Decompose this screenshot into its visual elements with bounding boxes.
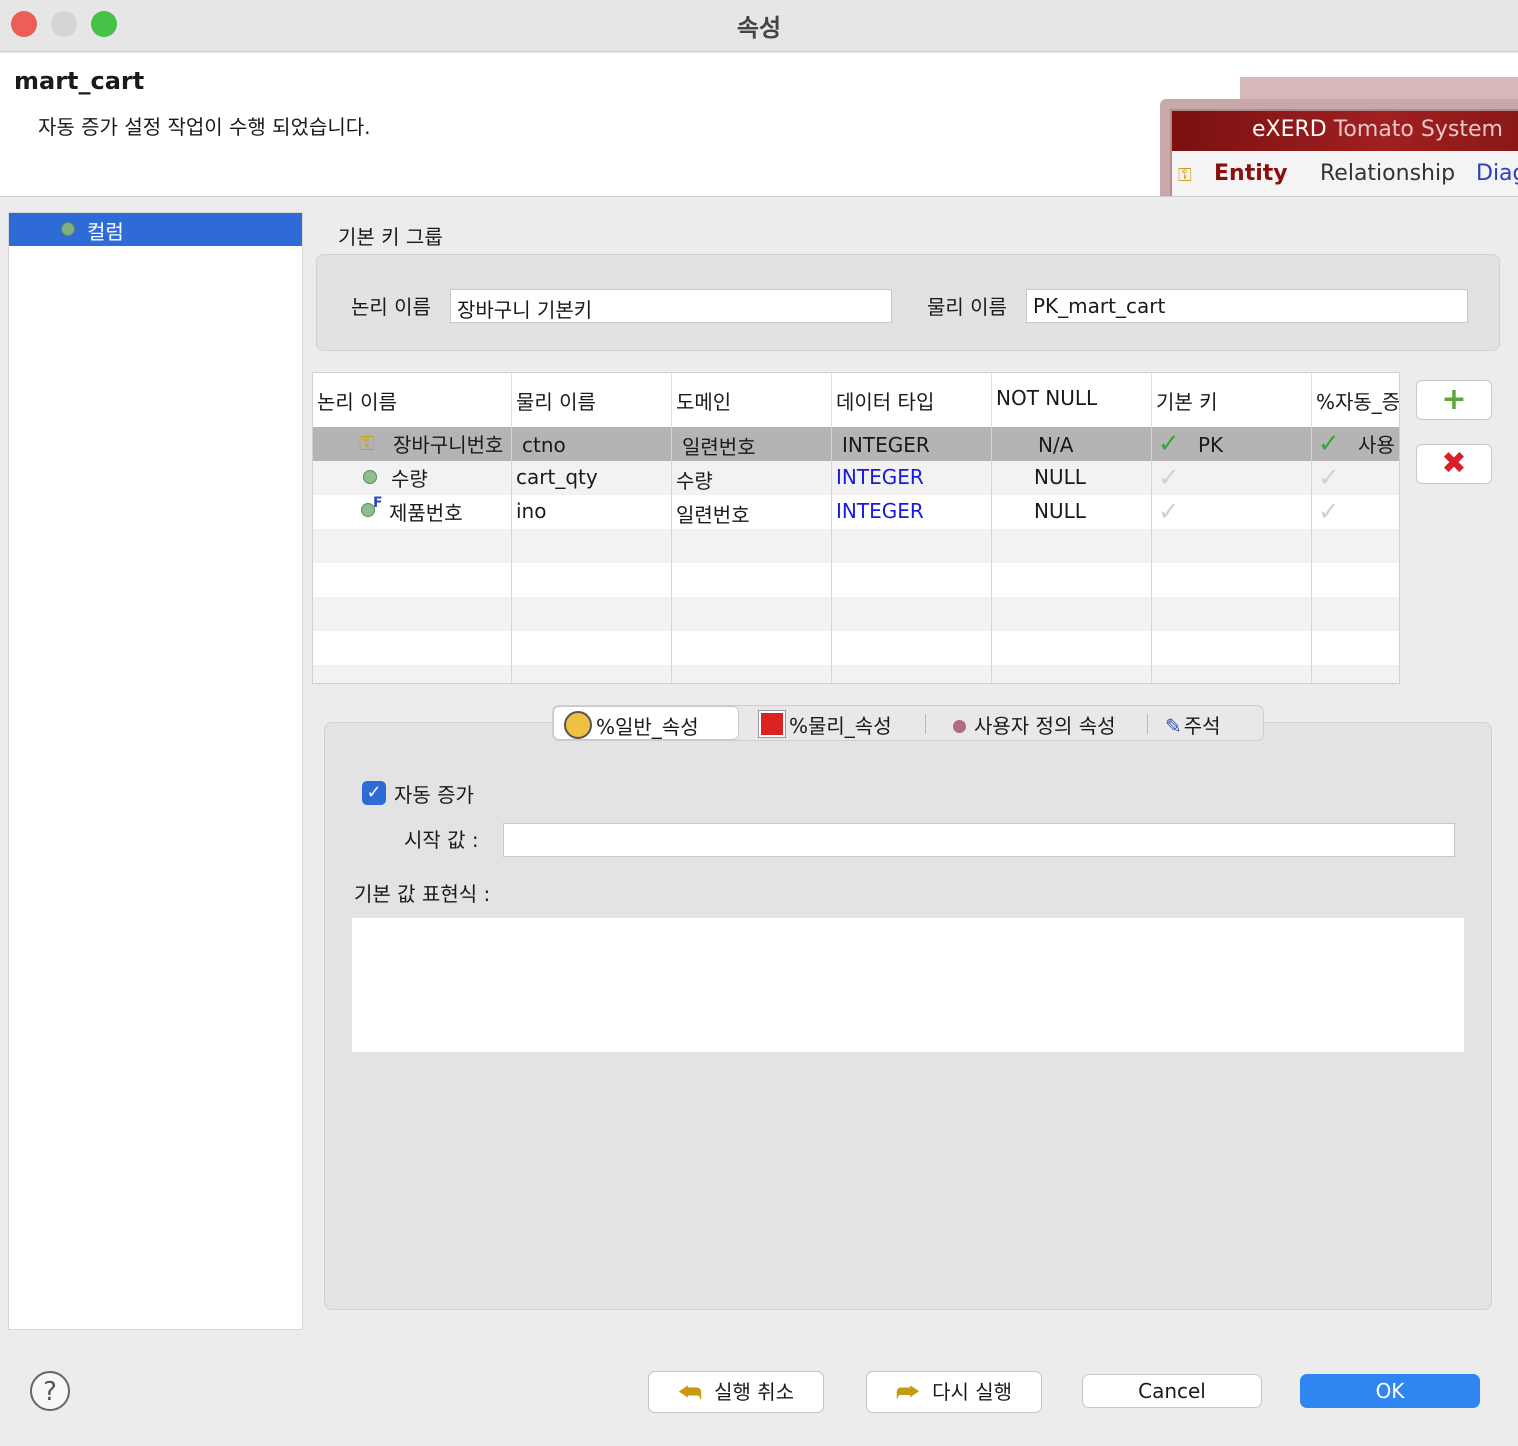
auto-increment-checkbox[interactable]: ✓ <box>362 781 386 805</box>
delete-column-button[interactable]: ✖ <box>1416 444 1492 484</box>
physical-name-label: 물리 이름 <box>927 295 1007 319</box>
check-icon: ✓ <box>1158 429 1180 459</box>
check-icon: ✓ <box>1158 463 1180 493</box>
cell-type: INTEGER <box>832 495 992 529</box>
cell-logical: 수량 <box>391 467 428 491</box>
pk-group-box: 논리 이름 장바구니 기본키 물리 이름 PK_mart_cart <box>316 254 1500 351</box>
banner-app-name: eXERD <box>1252 117 1327 142</box>
cell-physical: cart_qty <box>512 461 672 495</box>
title-bar: 속성 <box>0 0 1518 52</box>
column-header-auto[interactable]: %자동_증 <box>1312 373 1399 427</box>
cell-pk: PK <box>1198 433 1224 457</box>
column-table: 논리 이름 물리 이름 도메인 데이터 타입 NOT NULL 기본 키 %자동… <box>312 372 1400 684</box>
cell-type: INTEGER <box>832 461 992 495</box>
check-icon: ✓ <box>1318 463 1340 493</box>
add-column-button[interactable]: + <box>1416 380 1492 420</box>
key-icon: ⚿ <box>359 431 375 455</box>
tab-label: %물리_속성 <box>789 714 892 738</box>
general-properties-icon <box>564 711 592 739</box>
cell-logical: 장바구니번호 <box>393 433 504 457</box>
tab-physical-properties[interactable]: %물리_속성 <box>749 706 902 740</box>
table-row[interactable]: 수량 cart_qty 수량 INTEGER NULL ✓ ✓ <box>313 461 1399 495</box>
logical-name-input[interactable]: 장바구니 기본키 <box>450 289 892 323</box>
tab-comments[interactable]: ✎ 주석 <box>1155 706 1231 740</box>
default-expression-textarea[interactable] <box>352 918 1464 1052</box>
tab-divider <box>1147 714 1148 734</box>
group-title: 기본 키 그룹 <box>338 225 443 249</box>
banner-tab-entity: Entity <box>1214 161 1288 186</box>
check-icon: ✓ <box>1318 429 1340 459</box>
table-row[interactable]: F 제품번호 ino 일련번호 INTEGER NULL ✓ ✓ <box>313 495 1399 529</box>
user-property-icon <box>953 720 966 733</box>
dialog-header: mart_cart 자동 증가 설정 작업이 수행 되었습니다. eXERD T… <box>0 53 1518 197</box>
tab-label: 주석 <box>1183 714 1221 738</box>
cell-auto: 사용 <box>1358 433 1395 457</box>
column-header-domain[interactable]: 도메인 <box>672 373 832 427</box>
tree-item-columns[interactable]: 컬럼 <box>9 213 302 246</box>
plus-icon: + <box>1441 382 1467 417</box>
cell-logical: 제품번호 <box>389 501 463 525</box>
cell-domain: 일련번호 <box>672 427 832 461</box>
start-value-label: 시작 값 : <box>404 828 479 852</box>
cell-domain: 일련번호 <box>672 495 832 529</box>
attribute-icon <box>363 470 377 484</box>
key-icon: ⚿ <box>1178 165 1192 186</box>
cell-not-null: NULL <box>992 495 1152 529</box>
tab-divider <box>925 714 926 734</box>
empty-row <box>313 665 1399 683</box>
redo-label: 다시 실행 <box>932 1380 1013 1404</box>
tree-item-label: 컬럼 <box>87 220 124 244</box>
window-title: 속성 <box>736 14 782 42</box>
help-icon[interactable]: ? <box>30 1371 70 1411</box>
column-header-pk[interactable]: 기본 키 <box>1152 373 1312 427</box>
empty-row <box>313 529 1399 563</box>
column-header-logical[interactable]: 논리 이름 <box>313 373 512 427</box>
redo-arrow-icon: ⮫ <box>895 1378 921 1408</box>
note-icon: ✎ <box>1165 714 1182 738</box>
cell-physical: ino <box>512 495 672 529</box>
empty-row <box>313 631 1399 665</box>
default-expression-label: 기본 값 표현식 : <box>354 882 491 906</box>
cell-type: INTEGER <box>832 427 992 461</box>
physical-properties-icon <box>758 710 786 738</box>
column-icon <box>61 222 75 236</box>
entity-title: mart_cart <box>14 67 145 95</box>
undo-arrow-icon: ⮪ <box>677 1378 703 1408</box>
tab-general-properties[interactable]: %일반_속성 <box>553 706 739 740</box>
cell-not-null: NULL <box>992 461 1152 495</box>
column-header-type[interactable]: 데이터 타입 <box>832 373 992 427</box>
product-banner: eXERD Tomato System ⚿ Entity Relationshi… <box>1170 109 1518 196</box>
start-value-input[interactable] <box>503 823 1455 857</box>
empty-row <box>313 597 1399 631</box>
cell-physical: ctno <box>512 427 672 461</box>
logical-name-label: 논리 이름 <box>351 295 431 319</box>
banner-tab-diagram: Diag <box>1476 161 1518 186</box>
physical-name-input[interactable]: PK_mart_cart <box>1026 289 1468 323</box>
delete-icon: ✖ <box>1441 446 1467 481</box>
tab-label: 사용자 정의 속성 <box>974 714 1116 738</box>
banner-titlebar: eXERD Tomato System <box>1172 111 1518 151</box>
auto-increment-label: 자동 증가 <box>394 783 474 807</box>
check-icon: ✓ <box>1318 497 1340 527</box>
status-message: 자동 증가 설정 작업이 수행 되었습니다. <box>38 115 371 139</box>
column-header-physical[interactable]: 물리 이름 <box>512 373 672 427</box>
check-icon: ✓ <box>1158 497 1180 527</box>
cell-domain: 수량 <box>672 461 832 495</box>
tab-user-defined-properties[interactable]: 사용자 정의 속성 <box>939 706 1126 740</box>
category-tree: 컬럼 <box>8 212 303 1330</box>
cancel-button[interactable]: Cancel <box>1082 1374 1262 1408</box>
cell-not-null: N/A <box>992 427 1152 461</box>
redo-button[interactable]: ⮫ 다시 실행 <box>866 1371 1042 1413</box>
property-tabs: %일반_속성 %물리_속성 사용자 정의 속성 ✎ 주석 <box>552 705 1264 741</box>
banner-company: Tomato System <box>1333 117 1503 142</box>
empty-row <box>313 563 1399 597</box>
undo-button[interactable]: ⮪ 실행 취소 <box>648 1371 824 1413</box>
column-header-not-null[interactable]: NOT NULL <box>992 373 1152 427</box>
undo-label: 실행 취소 <box>714 1380 795 1404</box>
tab-label: %일반_속성 <box>596 715 699 739</box>
banner-tab-relationship: Relationship <box>1320 161 1456 186</box>
banner-tabs: ⚿ Entity Relationship Diag <box>1172 153 1518 196</box>
ok-button[interactable]: OK <box>1300 1374 1480 1408</box>
table-row[interactable]: ⚿ 장바구니번호 ctno 일련번호 INTEGER N/A ✓ PK ✓ 사용 <box>313 427 1399 461</box>
